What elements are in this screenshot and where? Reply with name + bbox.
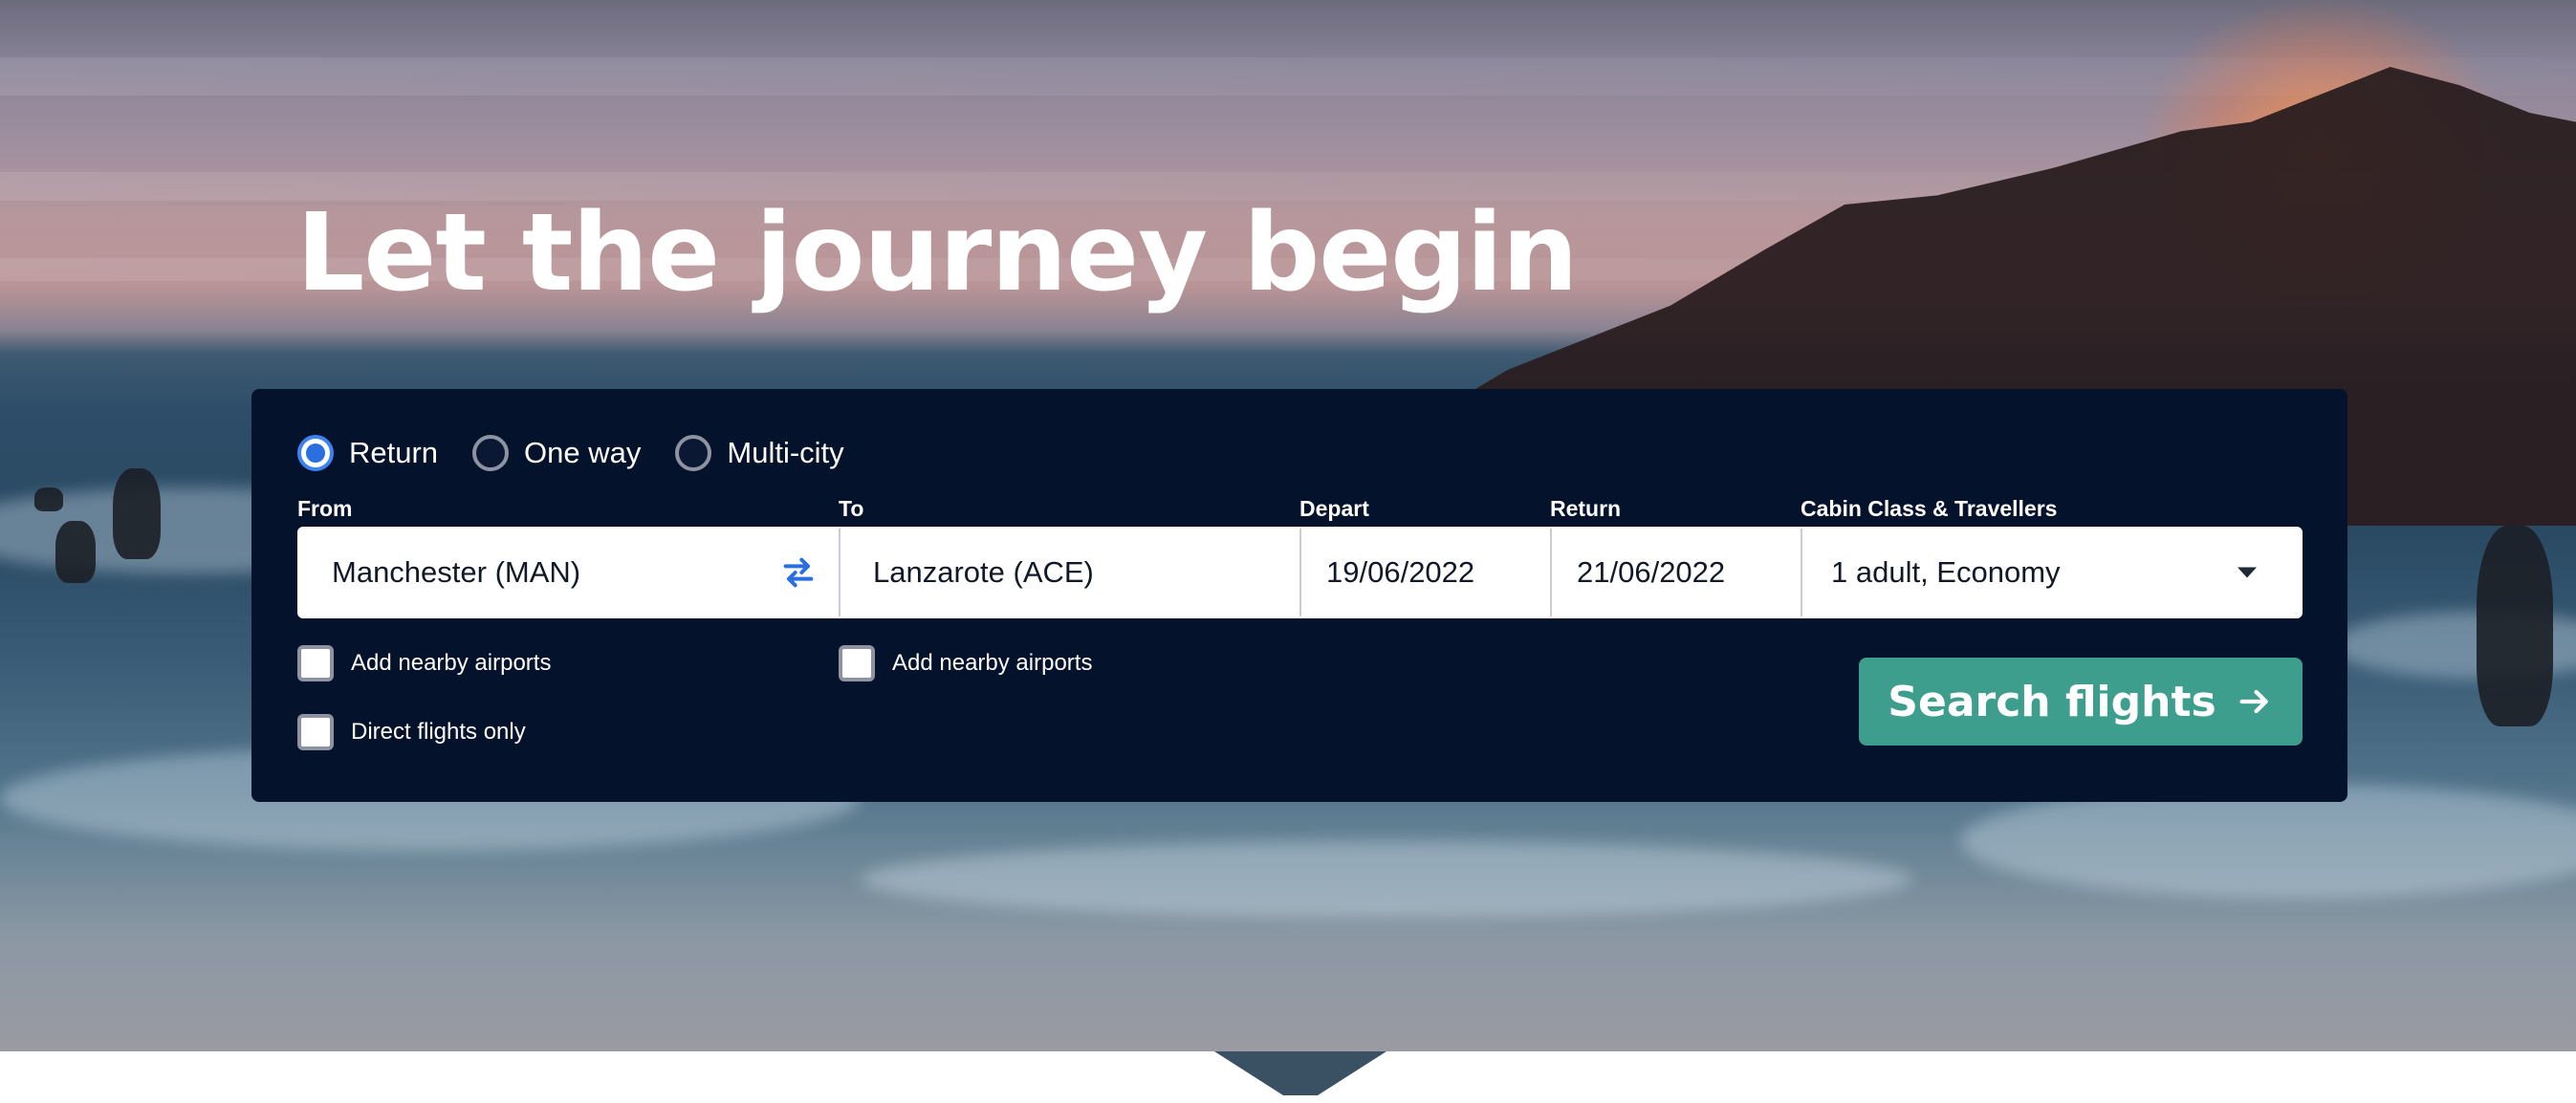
depart-label: Depart [1299,496,1369,521]
depart-date-field[interactable] [1301,529,1552,616]
runner-figure [2477,526,2553,726]
direct-flights-option[interactable]: Direct flights only [297,714,526,750]
return-date-input[interactable] [1575,529,1801,616]
caret-down-icon [2238,567,2257,578]
search-flights-button[interactable]: Search flights [1859,658,2303,746]
surfer-figure [34,487,63,511]
direct-flights-checkbox[interactable] [297,714,334,750]
to-field[interactable] [840,529,1301,616]
trip-type-one-way[interactable]: One way [472,435,641,471]
cabin-travellers-value: 1 adult, Economy [1831,555,2061,589]
checkbox-label: Direct flights only [351,719,526,745]
trip-type-label: One way [524,436,642,469]
return-label: Return [1550,496,1622,521]
trip-type-return[interactable]: Return [297,435,438,471]
flight-search-panel: Return One way Multi-city From To Depart… [251,389,2347,802]
radio-return[interactable] [297,435,334,471]
page-title: Let the journey begin [296,191,1579,315]
checkbox-label: Add nearby airports [351,650,552,676]
to-nearby-airports-option[interactable]: Add nearby airports [839,645,1092,681]
trip-type-selector: Return One way Multi-city [297,435,844,471]
radio-multi-city[interactable] [675,435,712,471]
surfer-figure [55,521,96,583]
to-label: To [839,496,864,521]
search-flights-label: Search flights [1888,677,2216,726]
radio-one-way[interactable] [472,435,510,471]
wave-foam [861,841,1912,918]
from-nearby-airports-option[interactable]: Add nearby airports [297,645,551,681]
cloud-band [0,57,2576,96]
from-label: From [297,496,353,521]
search-fields-row: 1 adult, Economy [297,527,2303,618]
checkbox-label: Add nearby airports [892,650,1093,676]
to-input[interactable] [871,529,1299,616]
return-date-field[interactable] [1552,529,1802,616]
trip-type-label: Multi-city [727,436,844,469]
surfer-figure [113,468,161,559]
from-input[interactable] [330,529,762,616]
from-field[interactable] [299,529,840,616]
cabin-travellers-label: Cabin Class & Travellers [1801,496,2058,521]
trip-type-multi-city[interactable]: Multi-city [675,435,844,471]
from-nearby-airports-checkbox[interactable] [297,645,334,681]
cabin-travellers-dropdown[interactable]: 1 adult, Economy [1802,529,2301,616]
swap-arrows-icon[interactable] [779,553,818,592]
trip-type-label: Return [349,436,439,469]
depart-date-input[interactable] [1324,529,1550,616]
to-nearby-airports-checkbox[interactable] [839,645,875,681]
arrow-right-icon [2239,689,2268,714]
